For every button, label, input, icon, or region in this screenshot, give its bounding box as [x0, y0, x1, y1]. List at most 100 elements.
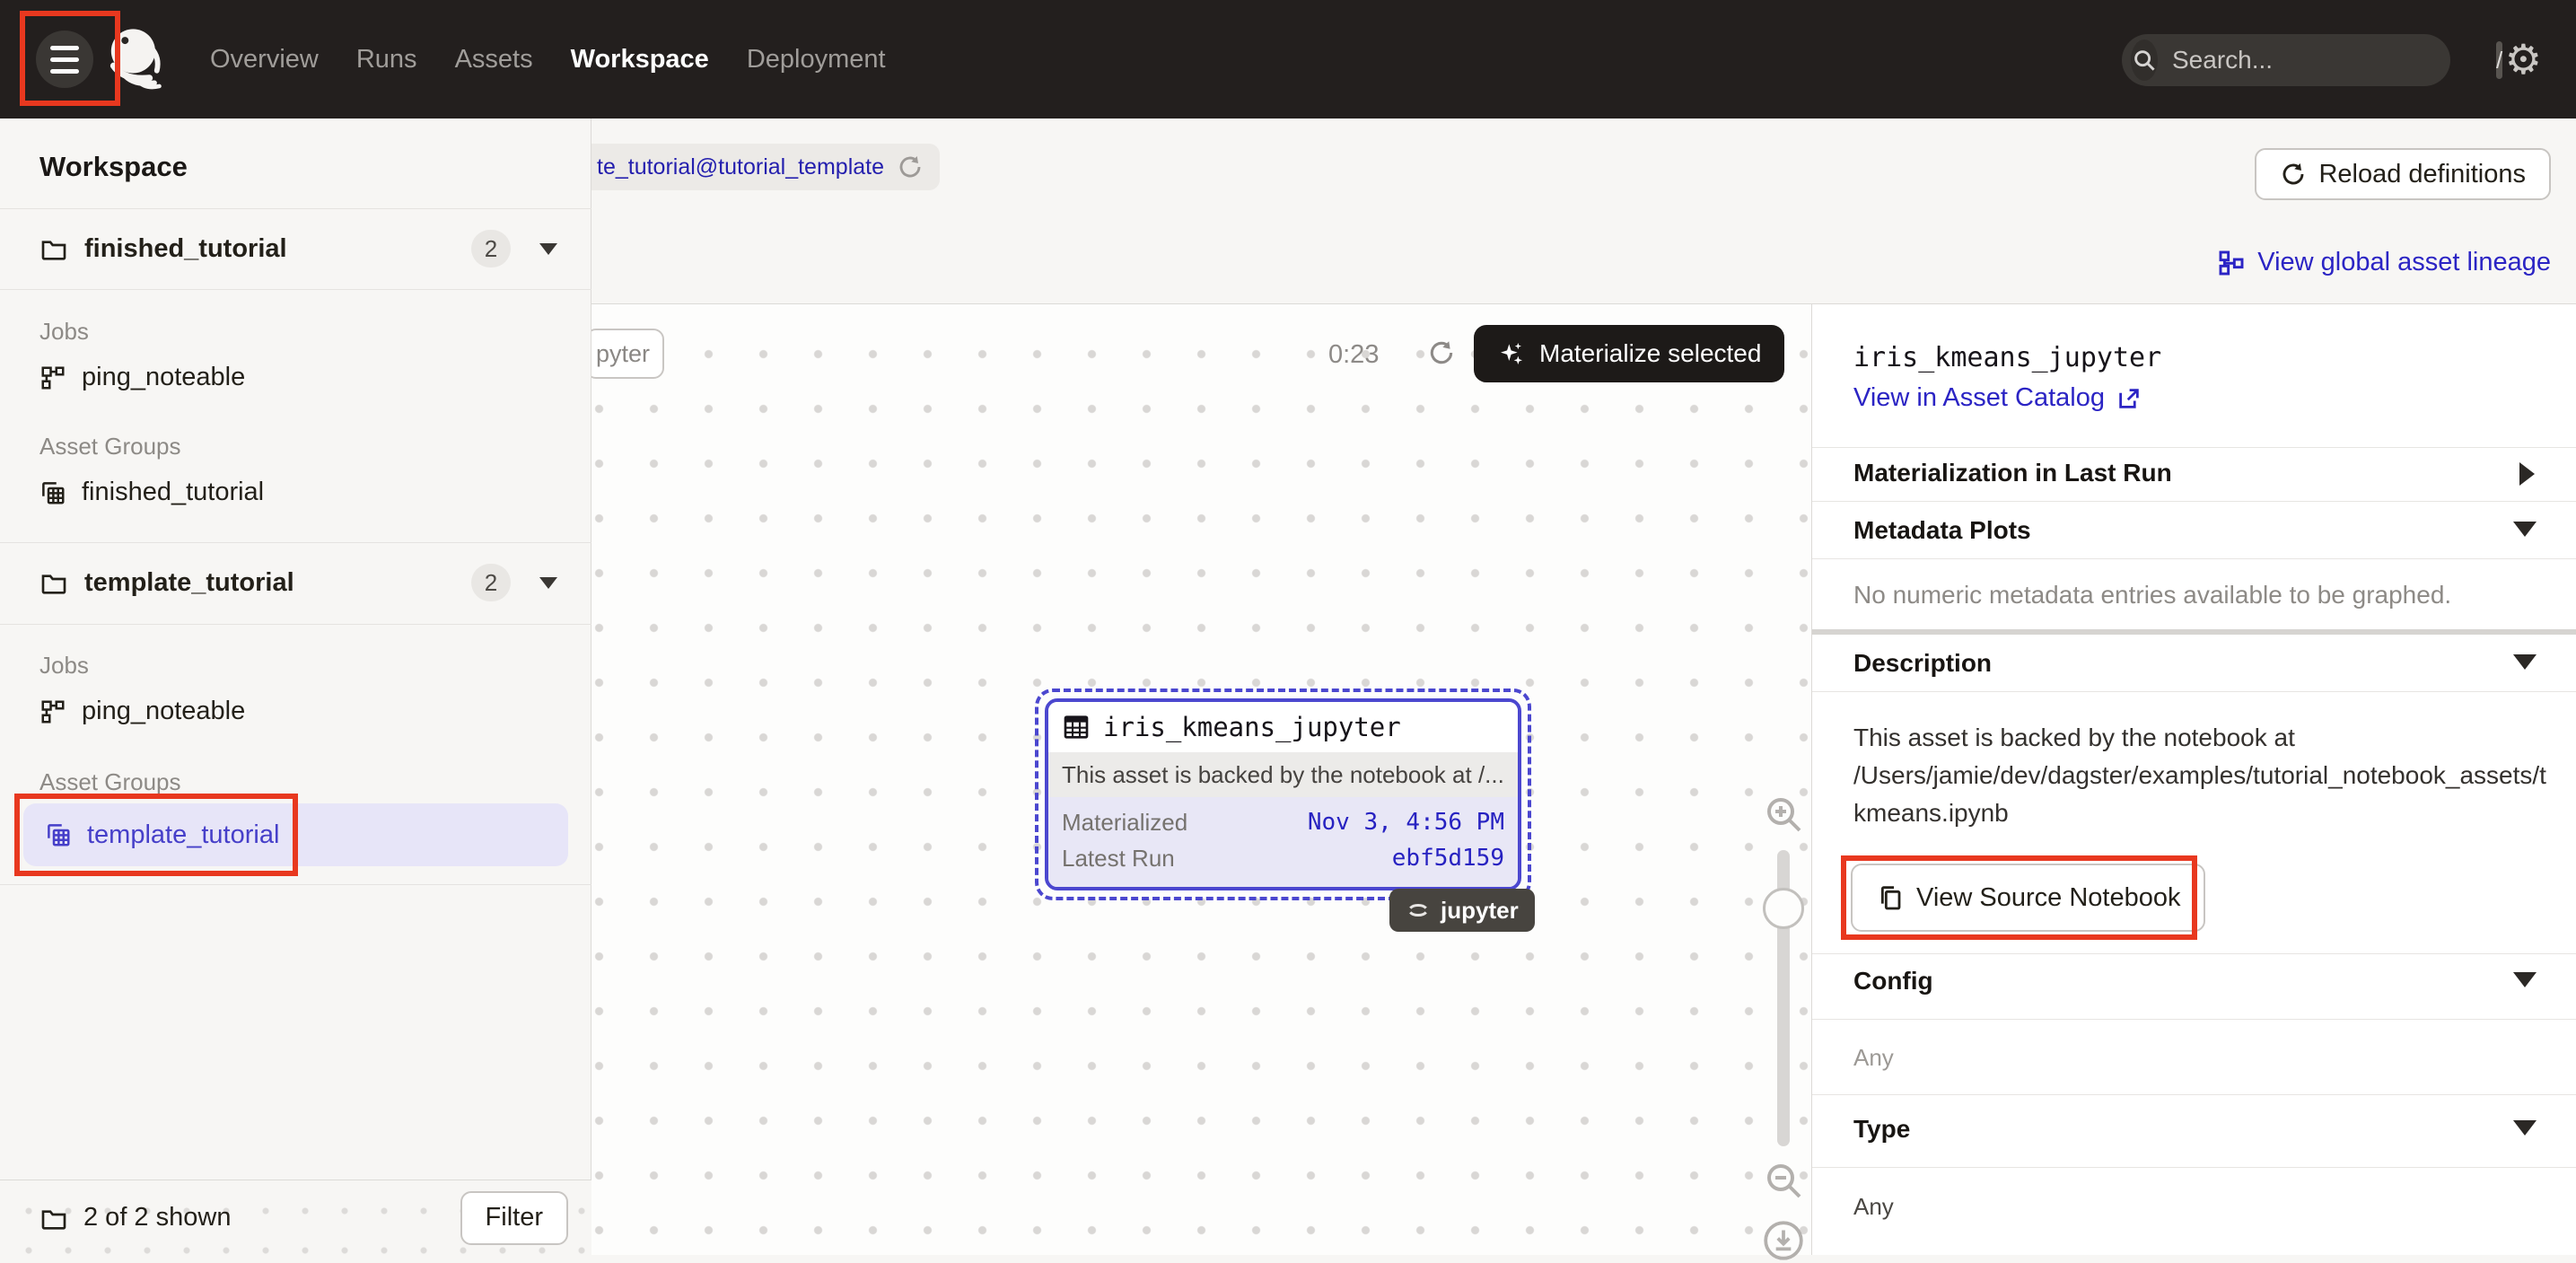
job-name: ping_noteable [82, 363, 245, 392]
chevron-down-icon[interactable] [2513, 522, 2537, 537]
asset-group-icon [45, 821, 72, 848]
compute-kind-label: jupyter [1441, 897, 1519, 925]
latest-run-label: Latest Run [1062, 845, 1175, 873]
chevron-down-icon[interactable] [539, 577, 557, 589]
sidebar-title: Workspace [39, 151, 188, 183]
view-global-asset-lineage-link[interactable]: View global asset lineage [2217, 248, 2551, 277]
sidebar-item-job-ping-noteable-2[interactable]: ping_noteable [39, 697, 245, 726]
chevron-right-icon[interactable] [2519, 462, 2535, 486]
chevron-down-icon[interactable] [2513, 1120, 2537, 1136]
lineage-link-label: View global asset lineage [2257, 248, 2551, 277]
jobs-section-label: Jobs [39, 652, 89, 680]
folder-icon [39, 568, 68, 597]
asset-group-icon [39, 479, 66, 506]
repo-name: finished_tutorial [84, 234, 455, 264]
code-location-label: te_tutorial@tutorial_template [597, 154, 884, 180]
folder-icon [39, 1204, 68, 1232]
zoom-out-icon[interactable] [1762, 1159, 1805, 1202]
asset-node-description: This asset is backed by the notebook at … [1048, 752, 1518, 797]
asset-node-header: iris_kmeans_jupyter [1048, 702, 1518, 752]
repo-row-template-tutorial[interactable]: template_tutorial 2 [0, 542, 591, 623]
panel-asset-title: iris_kmeans_jupyter [1853, 342, 2161, 373]
nav-runs[interactable]: Runs [356, 45, 417, 75]
job-name: ping_noteable [82, 697, 245, 726]
description-text: This asset is backed by the notebook at … [1853, 719, 2546, 832]
type-value: Any [1853, 1193, 1894, 1221]
job-icon [39, 364, 66, 391]
search-input[interactable] [2172, 46, 2496, 75]
canvas-refresh-icon[interactable] [1427, 338, 1456, 367]
jobs-section-label: Jobs [39, 318, 89, 346]
catalog-link-label: View in Asset Catalog [1853, 383, 2105, 413]
section-type[interactable]: Type [1853, 1115, 1910, 1144]
notebook-copy-icon [1876, 883, 1905, 912]
sidebar-item-job-ping-noteable[interactable]: ping_noteable [39, 363, 245, 392]
filter-button[interactable]: Filter [460, 1191, 568, 1245]
zoom-slider-handle[interactable] [1763, 888, 1804, 929]
asset-group-name: finished_tutorial [82, 478, 264, 507]
sidebar-item-group-finished-tutorial[interactable]: finished_tutorial [39, 478, 264, 507]
chevron-down-icon[interactable] [2513, 654, 2537, 670]
nav-assets[interactable]: Assets [455, 45, 533, 75]
gear-icon[interactable]: ⚙ [2505, 36, 2542, 83]
materialized-value[interactable]: Nov 3, 4:56 PM [1308, 809, 1504, 836]
chevron-down-icon[interactable] [2513, 972, 2537, 987]
section-metadata-plots[interactable]: Metadata Plots [1853, 516, 2031, 545]
top-nav: Overview Runs Assets Workspace Deploymen… [0, 0, 2576, 118]
config-value: Any [1853, 1044, 1894, 1072]
external-link-icon [2116, 385, 2142, 412]
jupyter-icon [1406, 898, 1431, 923]
view-source-notebook-label: View Source Notebook [1916, 883, 2180, 913]
hamburger-menu-button[interactable] [36, 31, 93, 88]
dagster-logo-icon [101, 23, 172, 95]
refresh-timer: 0:23 [1328, 340, 1379, 370]
asset-node-selection-outline: iris_kmeans_jupyter This asset is backed… [1035, 689, 1531, 900]
reload-definitions-button[interactable]: Reload definitions [2255, 148, 2551, 200]
nav-overview[interactable]: Overview [210, 45, 319, 75]
search-shortcut-key: / [2496, 41, 2502, 79]
lineage-icon [2217, 249, 2246, 277]
asset-query-chip[interactable]: pyter [585, 329, 664, 379]
folder-icon [39, 234, 68, 263]
asset-detail-panel: iris_kmeans_jupyter View in Asset Catalo… [1811, 304, 2576, 1255]
compute-kind-tag-jupyter[interactable]: jupyter [1389, 889, 1535, 932]
repo-count-badge: 2 [471, 564, 511, 601]
zoom-controls [1752, 793, 1815, 1263]
job-icon [39, 698, 66, 725]
section-description[interactable]: Description [1853, 649, 1992, 678]
metadata-empty-text: No numeric metadata entries available to… [1853, 581, 2451, 610]
code-location-chip[interactable]: te_tutorial@tutorial_template [579, 144, 940, 190]
asset-node-iris-kmeans-jupyter[interactable]: iris_kmeans_jupyter This asset is backed… [1045, 698, 1521, 890]
asset-groups-section-label: Asset Groups [39, 768, 181, 796]
repo-count-badge: 2 [471, 230, 511, 268]
materialize-selected-button[interactable]: Materialize selected [1474, 325, 1784, 382]
zoom-in-icon[interactable] [1762, 793, 1805, 836]
asset-node-stats: Materialized Nov 3, 4:56 PM Latest Run e… [1048, 797, 1518, 887]
workspace-sidebar: Workspace finished_tutorial 2 Jobs ping_… [0, 118, 591, 1255]
reload-definitions-label: Reload definitions [2318, 160, 2526, 189]
view-in-asset-catalog-link[interactable]: View in Asset Catalog [1853, 383, 2142, 413]
sparkle-icon [1497, 339, 1526, 368]
dagster-logo[interactable] [101, 23, 172, 95]
view-source-notebook-button[interactable]: View Source Notebook [1851, 864, 2205, 932]
section-config[interactable]: Config [1853, 967, 1933, 995]
materialized-label: Materialized [1062, 809, 1187, 837]
asset-groups-section-label: Asset Groups [39, 433, 181, 460]
repo-row-finished-tutorial[interactable]: finished_tutorial 2 [0, 208, 591, 289]
chevron-down-icon[interactable] [539, 243, 557, 255]
nav-deployment[interactable]: Deployment [747, 45, 886, 75]
search-box[interactable]: / [2122, 34, 2450, 86]
search-icon [2131, 39, 2158, 81]
refresh-icon[interactable] [897, 153, 924, 180]
repo-name: template_tutorial [84, 568, 455, 598]
latest-run-value[interactable]: ebf5d159 [1392, 845, 1504, 872]
nav-workspace[interactable]: Workspace [571, 45, 709, 75]
asset-group-name: template_tutorial [87, 820, 279, 850]
zoom-slider[interactable] [1777, 850, 1790, 1146]
materialize-selected-label: Materialize selected [1539, 339, 1761, 368]
section-materialization-in-last-run[interactable]: Materialization in Last Run [1853, 459, 2172, 487]
asset-node-title: iris_kmeans_jupyter [1103, 712, 1401, 742]
download-image-icon[interactable] [1761, 1218, 1806, 1263]
sidebar-item-group-template-tutorial-selected[interactable]: template_tutorial [23, 803, 568, 866]
sidebar-footer: 2 of 2 shown Filter [0, 1180, 591, 1255]
